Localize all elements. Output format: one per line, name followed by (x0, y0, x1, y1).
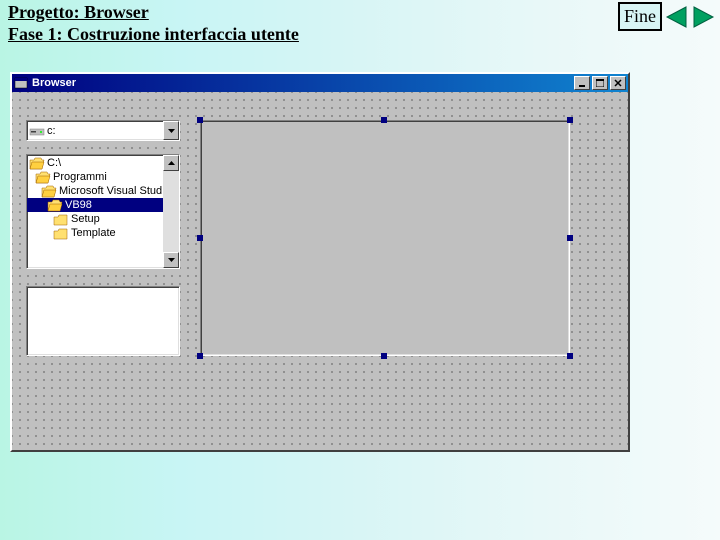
directory-item-label: Template (71, 227, 116, 239)
resize-handle[interactable] (567, 235, 573, 241)
folder-icon (53, 227, 69, 240)
directory-item[interactable]: VB98 (27, 198, 163, 212)
resize-handle[interactable] (381, 117, 387, 123)
dropdown-button[interactable] (163, 121, 179, 140)
folder-icon (53, 213, 69, 226)
minimize-button[interactable] (574, 76, 590, 90)
directory-item[interactable]: C:\ (27, 156, 163, 170)
folder-open-icon (47, 199, 63, 212)
folder-open-icon (29, 157, 45, 170)
scrollbar[interactable] (163, 155, 179, 268)
resize-handle[interactable] (197, 353, 203, 359)
chevron-down-icon (168, 129, 175, 133)
directory-item-label: Microsoft Visual Stud (59, 185, 162, 197)
directory-item[interactable]: Setup (27, 212, 163, 226)
form-icon (14, 76, 28, 90)
resize-handle[interactable] (197, 235, 203, 241)
directory-listbox[interactable]: C:\ Programmi Microsoft Visual Stud VB98 Set… (26, 154, 180, 269)
next-arrow-icon[interactable] (690, 4, 718, 30)
resize-handle[interactable] (567, 117, 573, 123)
scroll-track[interactable] (163, 171, 179, 252)
resize-handle[interactable] (567, 353, 573, 359)
slide-header: Progetto: Browser Fase 1: Costruzione in… (8, 2, 299, 45)
directory-item-label: C:\ (47, 157, 61, 169)
directory-item[interactable]: Microsoft Visual Stud (27, 184, 163, 198)
prev-arrow-icon[interactable] (662, 4, 690, 30)
end-button[interactable]: Fine (618, 2, 662, 31)
close-button[interactable] (610, 76, 626, 90)
image-control[interactable] (200, 120, 570, 356)
vb-form-window: Browser c: C:\ Programmi Microsoft Visual … (10, 72, 630, 452)
folder-open-icon (35, 171, 51, 184)
directory-item-label: Programmi (53, 171, 107, 183)
titlebar[interactable]: Browser (12, 74, 628, 92)
form-area[interactable]: c: C:\ Programmi Microsoft Visual Stud VB98… (12, 92, 628, 450)
folder-open-icon (41, 185, 57, 198)
resize-handle[interactable] (381, 353, 387, 359)
phase-title: Fase 1: Costruzione interfaccia utente (8, 24, 299, 46)
window-controls (572, 76, 626, 90)
directory-item[interactable]: Programmi (27, 170, 163, 184)
resize-handle[interactable] (197, 117, 203, 123)
maximize-button[interactable] (592, 76, 608, 90)
project-title: Progetto: Browser (8, 2, 299, 24)
directory-item-label: VB98 (65, 199, 92, 211)
top-nav: Fine (618, 2, 718, 31)
drive-combobox[interactable]: c: (26, 120, 180, 141)
scroll-down-button[interactable] (163, 252, 179, 268)
window-title: Browser (32, 77, 572, 89)
directory-item-label: Setup (71, 213, 100, 225)
file-listbox[interactable] (26, 286, 180, 356)
directory-item[interactable]: Template (27, 226, 163, 240)
scroll-up-button[interactable] (163, 155, 179, 171)
drive-icon (29, 125, 45, 137)
